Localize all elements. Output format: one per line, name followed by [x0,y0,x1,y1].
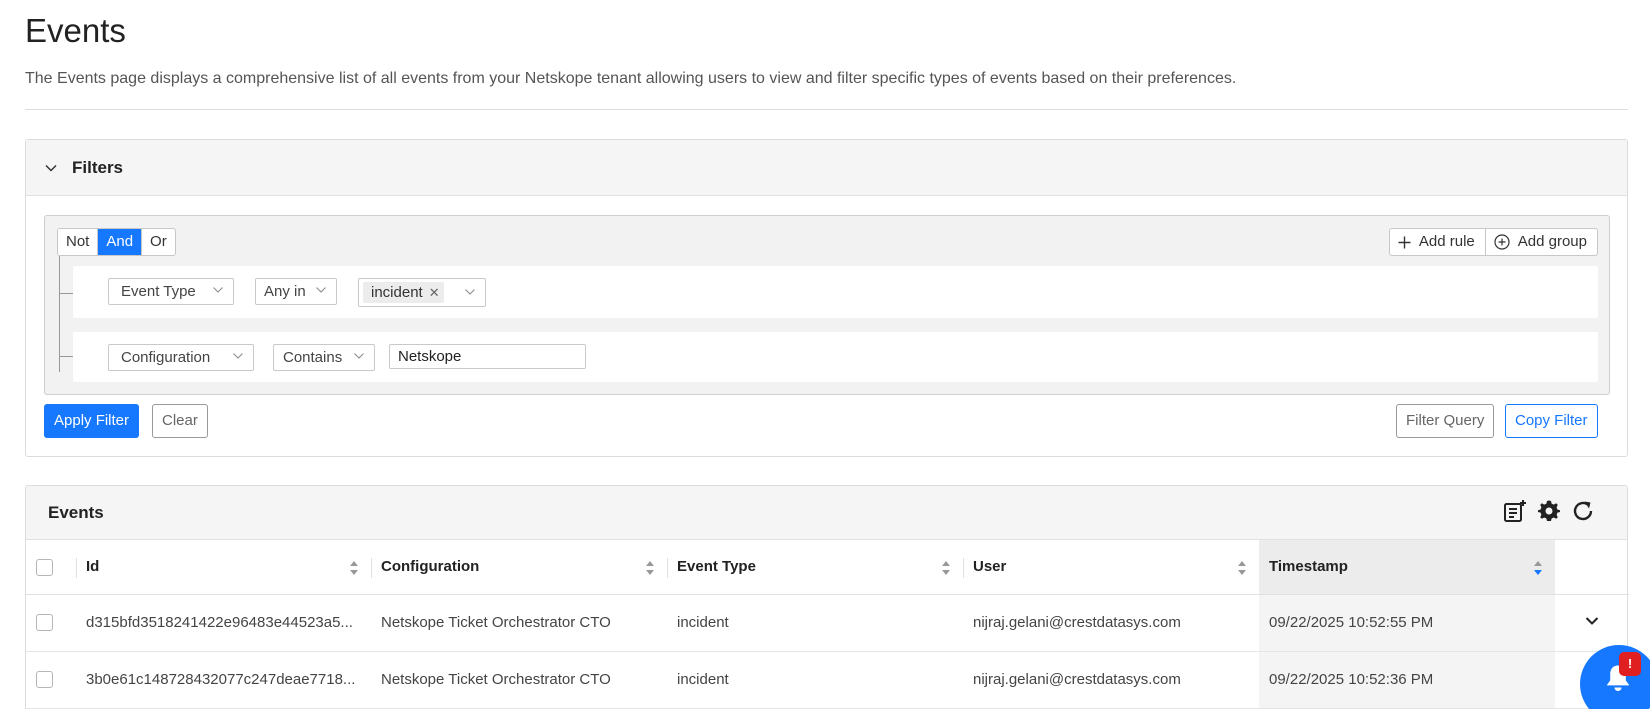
chevron-down-icon [465,289,475,295]
cell-configuration: Netskope Ticket Orchestrator CTO [371,651,667,709]
events-table: Id Configuration Event Type User Timesta… [26,540,1629,709]
column-header-actions [1555,540,1629,595]
plus-icon [1398,236,1411,248]
sort-icon[interactable] [349,559,359,577]
close-icon[interactable]: ✕ [429,282,440,303]
combinator-and[interactable]: And [97,229,142,255]
events-header: Events [26,486,1627,540]
add-rule-label: Add rule [1418,233,1475,250]
copy-filter-button[interactable]: Copy Filter [1505,404,1598,438]
value-tag: incident ✕ [363,282,444,303]
export-icon[interactable] [1503,499,1527,523]
value-input-text: Netskope [398,348,462,365]
page-description: The Events page displays a comprehensive… [25,70,1237,87]
column-header-event-type[interactable]: Event Type [667,540,963,595]
sort-icon[interactable] [645,559,655,577]
chevron-down-icon [354,353,364,359]
column-header-label: User [973,558,1007,576]
filter-query-button[interactable]: Filter Query [1396,404,1495,438]
operator-select[interactable]: Any in [255,278,337,305]
apply-filter-button[interactable]: Apply Filter [44,404,140,438]
rule-row-configuration: Configuration Contains Netskope [73,332,1598,382]
query-actions: Add rule Add group [1388,228,1598,256]
select-all-checkbox[interactable] [36,558,53,576]
clear-button[interactable]: Clear [152,404,208,438]
row-select-cell [26,594,76,652]
sort-desc-icon[interactable] [1533,559,1543,577]
cell-user: nijraj.gelani@crestdatasys.com [963,594,1259,652]
row-select-cell [26,651,76,709]
chevron-down-icon [316,287,326,293]
filters-header[interactable]: Filters [26,140,1627,196]
column-header-timestamp[interactable]: Timestamp [1259,540,1555,595]
cell-timestamp: 09/22/2025 10:52:36 PM [1259,651,1555,709]
add-group-label: Add group [1517,233,1587,250]
page-title: Events [25,12,126,49]
table-row[interactable]: d315bfd3518241422e96483e44523a5... Netsk… [26,594,1629,652]
sort-icon[interactable] [1237,559,1247,577]
column-header-id[interactable]: Id [76,540,371,595]
column-header-label: Configuration [381,558,480,576]
column-header-label: Timestamp [1269,558,1348,576]
query-builder: Not And Or Add rule Add group Event Type [44,215,1610,395]
cell-user: nijraj.gelani@crestdatasys.com [963,651,1259,709]
row-checkbox[interactable] [36,614,53,632]
tree-branch [59,356,73,357]
field-select-value: Configuration [121,349,211,366]
combinator-not[interactable]: Not [58,229,98,255]
plus-circle-icon [1494,234,1510,250]
column-header-user[interactable]: User [963,540,1259,595]
add-rule-button[interactable]: Add rule [1390,229,1485,255]
events-panel: Events Id Configuration Event Type User … [25,485,1629,709]
select-all-cell [26,540,76,595]
value-multiselect[interactable]: incident ✕ [358,278,486,307]
column-divider [371,558,372,578]
column-divider [963,558,964,578]
gear-icon[interactable] [1537,499,1561,523]
refresh-icon[interactable] [1571,499,1595,523]
filters-panel: Filters Not And Or Add rule Add group Ev… [25,139,1628,457]
row-checkbox[interactable] [36,671,53,689]
operator-select-value: Contains [283,349,343,366]
cell-timestamp: 09/22/2025 10:52:55 PM [1259,594,1555,652]
chevron-down-icon [233,353,243,359]
column-divider [667,558,668,578]
add-group-button[interactable]: Add group [1484,229,1597,255]
cell-id: d315bfd3518241422e96483e44523a5... [76,594,371,652]
row-expand-cell [1555,594,1629,652]
cell-configuration: Netskope Ticket Orchestrator CTO [371,594,667,652]
field-select[interactable]: Configuration [108,344,254,371]
table-toolbar [1503,499,1595,523]
rule-row-event-type: Event Type Any in incident ✕ [73,266,1598,318]
tree-branch [59,293,73,294]
operator-select-value: Any in [264,283,306,300]
table-header-row: Id Configuration Event Type User Timesta… [26,540,1629,595]
tree-connector [59,256,73,372]
chevron-down-icon [213,287,223,293]
column-divider [76,558,77,578]
column-header-label: Event Type [677,558,756,576]
operator-select[interactable]: Contains [273,344,375,371]
combinator-or[interactable]: Or [141,229,175,255]
sort-icon[interactable] [941,559,951,577]
events-title: Events [48,502,104,522]
value-input[interactable]: Netskope [389,344,586,369]
table-row[interactable]: 3b0e61c148728432077c247deae7718... Netsk… [26,651,1629,709]
field-select-value: Event Type [121,283,196,300]
cell-event-type: incident [667,594,963,652]
divider [25,109,1628,110]
field-select[interactable]: Event Type [108,278,234,305]
value-tag-label: incident [371,284,423,301]
column-header-label: Id [86,558,100,576]
filters-title: Filters [72,157,124,177]
chevron-down-icon[interactable] [1585,614,1599,628]
combinator-toggle: Not And Or [57,228,176,256]
notification-badge: ! [1619,652,1641,676]
column-header-configuration[interactable]: Configuration [371,540,667,595]
chevron-down-icon[interactable] [44,161,58,175]
cell-id: 3b0e61c148728432077c247deae7718... [76,651,371,709]
cell-event-type: incident [667,651,963,709]
